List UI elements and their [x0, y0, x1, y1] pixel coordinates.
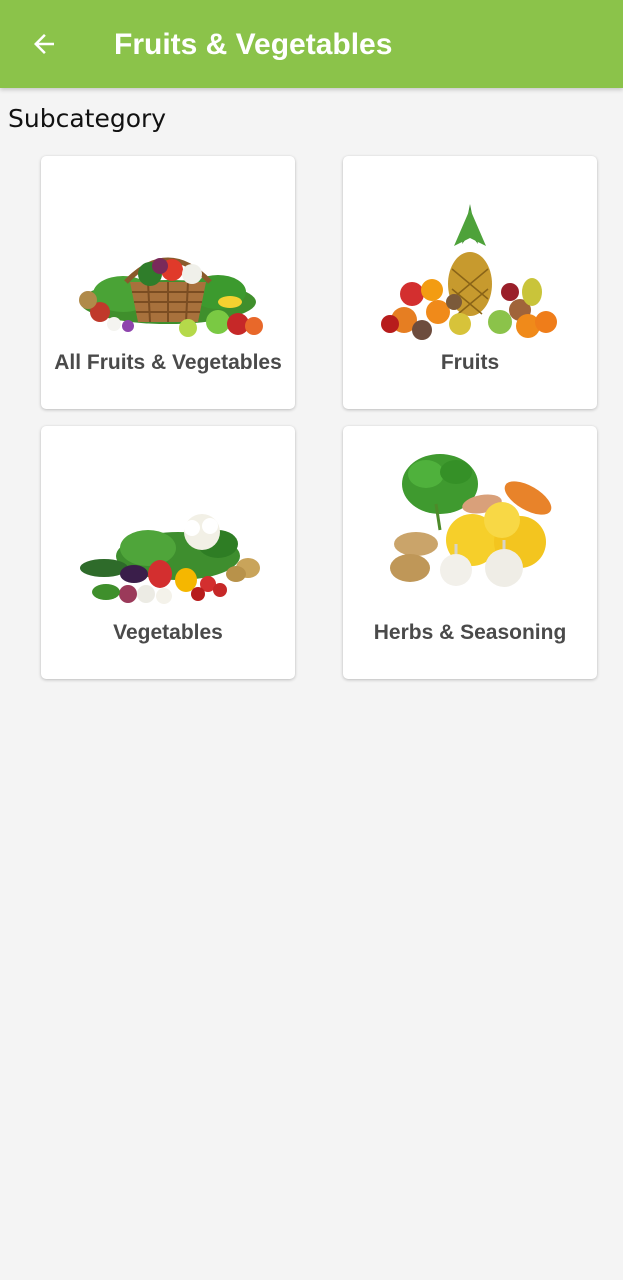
- herbs-seasoning-image: [390, 454, 552, 598]
- subcategory-label: Herbs & Seasoning: [373, 621, 567, 644]
- back-button[interactable]: [22, 22, 66, 66]
- subcategory-label: Vegetables: [113, 621, 223, 644]
- subcategory-label: All Fruits & Vegetables: [54, 351, 282, 374]
- fruit-vegetable-basket-image: [79, 257, 263, 337]
- subcategory-card-fruits[interactable]: Fruits: [343, 156, 597, 409]
- app-bar: Fruits & Vegetables: [0, 0, 623, 88]
- subcategory-card-herbs-seasoning[interactable]: Herbs & Seasoning: [343, 426, 597, 679]
- subcategory-card-all-fruits-vegetables[interactable]: All Fruits & Vegetables: [41, 156, 295, 409]
- page-title: Fruits & Vegetables: [114, 28, 393, 61]
- section-title: Subcategory: [8, 104, 167, 133]
- assorted-vegetables-image: [80, 514, 260, 604]
- subcategory-card-vegetables[interactable]: Vegetables: [41, 426, 295, 679]
- assorted-fruits-image: [381, 204, 557, 340]
- subcategory-label: Fruits: [440, 351, 500, 374]
- arrow-left-icon: [34, 34, 54, 54]
